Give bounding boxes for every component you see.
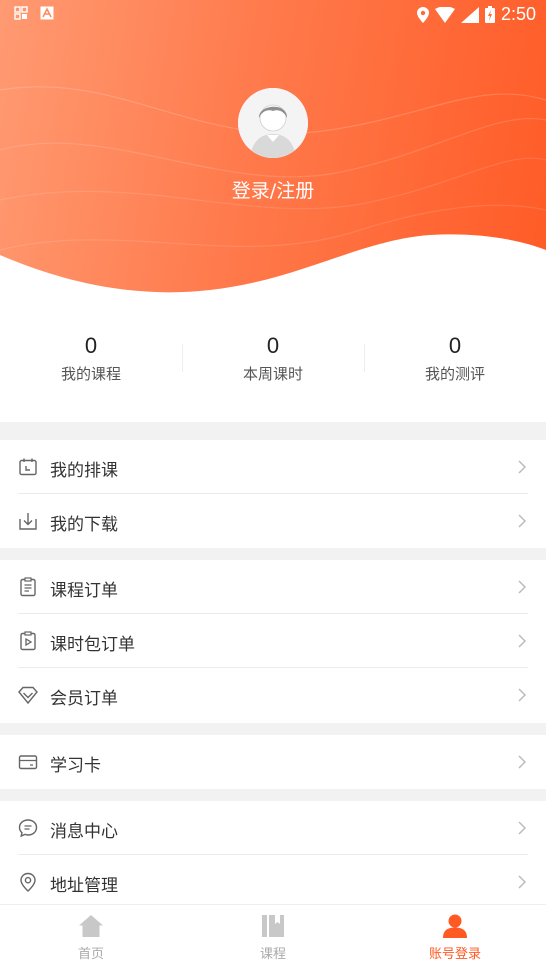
wifi-icon xyxy=(434,6,455,23)
menu-item-label: 地址管理 xyxy=(50,876,118,896)
tab-label: 首页 xyxy=(77,947,104,962)
chevron-right-icon xyxy=(518,821,526,835)
location-status-icon xyxy=(416,6,429,23)
stats-panel: 0 我的课程 0 本周课时 0 我的测评 xyxy=(0,330,546,400)
notification-app-icon xyxy=(14,6,28,20)
tab-courses[interactable]: 课程 xyxy=(182,905,364,969)
default-avatar-icon xyxy=(238,88,308,158)
stat-label: 我的测评 xyxy=(424,365,485,383)
chevron-right-icon xyxy=(518,875,526,889)
tab-account-login[interactable]: 账号登录 xyxy=(364,905,546,969)
book-icon xyxy=(262,915,284,937)
chevron-right-icon xyxy=(518,514,526,528)
avatar[interactable] xyxy=(238,88,308,158)
clipboard-list-icon xyxy=(20,577,36,597)
stat-value: 0 xyxy=(266,333,280,358)
chevron-right-icon xyxy=(518,580,526,594)
menu-item-label: 我的排课 xyxy=(50,461,118,481)
bottom-tab-bar: 首页 课程 账号登录 xyxy=(0,904,546,969)
profile-header: 2:50 登录/注册 xyxy=(0,0,546,300)
stat-my-courses[interactable]: 0 我的课程 xyxy=(0,330,182,400)
stat-label: 我的课程 xyxy=(60,365,121,383)
stat-value: 0 xyxy=(448,333,462,358)
menu-item-study-card[interactable]: 学习卡 xyxy=(0,735,546,789)
menu-item-label: 课时包订单 xyxy=(50,635,135,655)
menu-item-label: 学习卡 xyxy=(50,756,101,776)
menu-item-package-orders[interactable]: 课时包订单 xyxy=(0,614,546,668)
section-separator xyxy=(0,789,546,801)
menu-item-label: 我的下载 xyxy=(50,515,118,535)
menu-item-message-center[interactable]: 消息中心 xyxy=(0,801,546,855)
diamond-icon xyxy=(18,686,38,705)
location-pin-icon xyxy=(20,872,36,892)
tab-label: 账号登录 xyxy=(428,947,481,962)
section-separator xyxy=(0,422,546,440)
home-icon xyxy=(79,915,103,937)
chevron-right-icon xyxy=(518,755,526,769)
menu-item-label: 会员订单 xyxy=(50,689,118,709)
section-separator xyxy=(0,548,546,560)
user-icon xyxy=(443,914,467,938)
menu-item-member-orders[interactable]: 会员订单 xyxy=(0,668,546,722)
notification-a-icon xyxy=(40,6,54,20)
clock: 2:50 xyxy=(500,4,536,24)
card-icon xyxy=(18,755,38,770)
menu-item-address-management[interactable]: 地址管理 xyxy=(0,855,546,909)
signal-icon xyxy=(460,6,479,23)
stat-my-assessments[interactable]: 0 我的测评 xyxy=(364,330,546,400)
section-separator xyxy=(0,723,546,735)
download-icon xyxy=(19,513,37,530)
login-register-link[interactable]: 登录/注册 xyxy=(0,176,546,203)
menu-item-my-schedule[interactable]: 我的排课 xyxy=(0,440,546,494)
stat-label: 本周课时 xyxy=(242,365,303,383)
menu-item-label: 课程订单 xyxy=(50,581,118,601)
battery-icon xyxy=(484,6,495,23)
chevron-right-icon xyxy=(518,688,526,702)
stat-value: 0 xyxy=(84,333,98,358)
menu-item-course-orders[interactable]: 课程订单 xyxy=(0,560,546,614)
status-bar: 2:50 xyxy=(0,0,546,28)
chevron-right-icon xyxy=(518,634,526,648)
calendar-icon xyxy=(19,458,37,476)
menu-item-label: 消息中心 xyxy=(50,822,118,842)
video-clipboard-icon xyxy=(20,631,36,651)
tab-home[interactable]: 首页 xyxy=(0,905,182,969)
tab-label: 课程 xyxy=(259,947,286,962)
stat-weekly-hours[interactable]: 0 本周课时 xyxy=(182,330,364,400)
menu-item-my-downloads[interactable]: 我的下载 xyxy=(0,494,546,548)
chevron-right-icon xyxy=(518,460,526,474)
message-icon xyxy=(18,819,38,838)
